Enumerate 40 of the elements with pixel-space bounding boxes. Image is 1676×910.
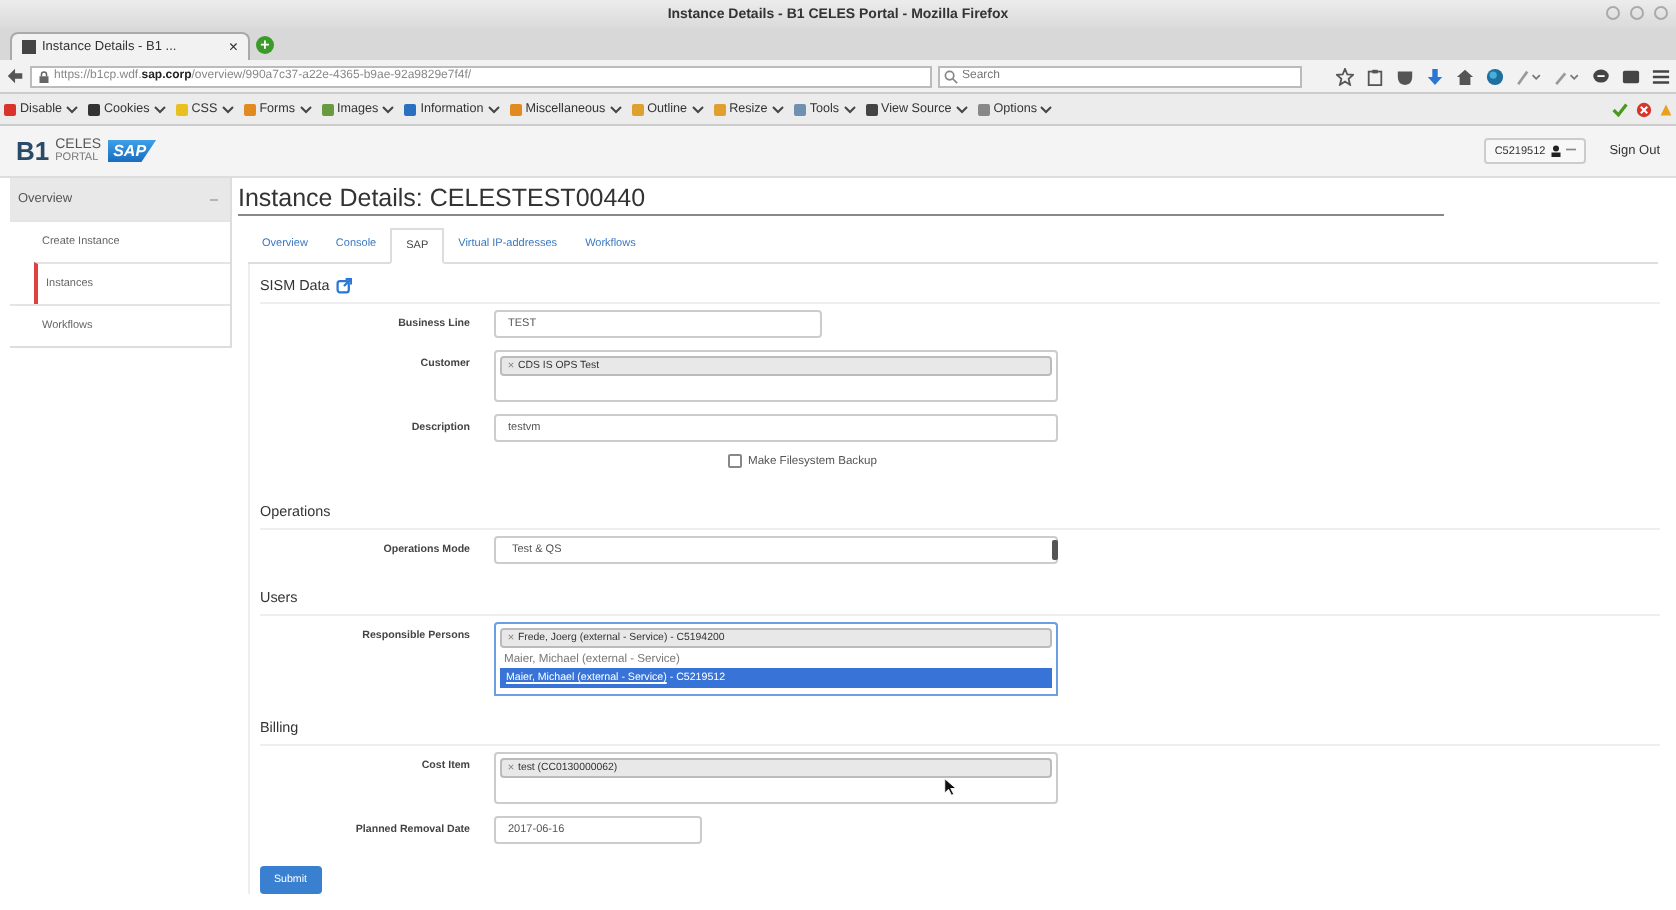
check-icon [1612,101,1628,117]
remove-icon[interactable] [508,362,514,369]
globe-icon[interactable] [1486,67,1504,85]
chevron-icon [66,105,78,113]
menu-icon[interactable] [1652,67,1670,85]
mouse-cursor [944,778,956,796]
new-tab-button[interactable]: + [256,36,274,54]
home-icon[interactable] [1456,67,1474,85]
close-tab-button[interactable]: × [228,38,238,56]
chevron-icon [609,105,622,113]
sap-logo: SAP [107,140,157,162]
chevron-icon [955,105,968,113]
chevron-icon [1040,105,1053,113]
chevron-icon [382,105,395,113]
download-icon[interactable] [1426,67,1444,85]
external-link-icon[interactable] [335,277,352,293]
chevron-icon [487,105,500,113]
screen-icon[interactable] [1622,67,1640,85]
clipboard-icon[interactable] [1366,67,1384,85]
chevron-icon [691,105,704,113]
favicon-icon [22,40,36,54]
page-title: Instance Details: CELESTEST00440 [238,184,1444,216]
chevron-icon [771,105,784,113]
collapse-icon [210,195,218,203]
remove-icon[interactable] [508,764,514,771]
checkbox[interactable] [728,454,742,468]
chevron-icon [299,105,312,113]
remove-icon[interactable] [508,634,514,641]
star-icon[interactable] [1336,67,1354,85]
lock-icon [38,69,51,83]
error-icon [1636,101,1652,117]
logo-mark: B1 [16,136,50,166]
chat-icon[interactable] [1592,67,1610,85]
chevron-icon [153,105,166,113]
back-icon[interactable] [6,66,25,86]
chevron-icon [843,105,856,113]
shield-icon[interactable] [1396,67,1414,85]
user-icon [1549,144,1562,158]
warning-icon [1660,101,1672,117]
chevron-icon [221,105,234,113]
